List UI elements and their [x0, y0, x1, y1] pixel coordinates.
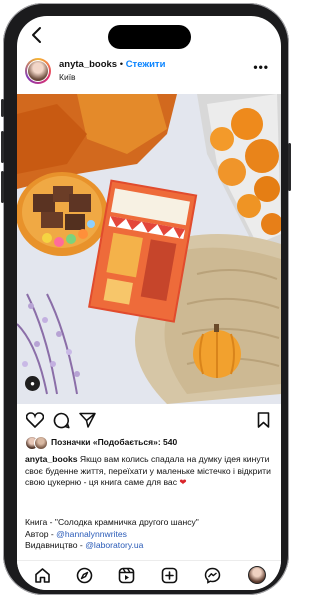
- dynamic-island: [108, 25, 191, 49]
- post-header: anyta_books • Стежити Київ •••: [17, 54, 281, 94]
- likes-count[interactable]: Позначки «Подобається»: 540: [51, 437, 177, 447]
- more-options-icon[interactable]: •••: [253, 60, 269, 74]
- post-credits: Книга - "Солодка крамничка другого шансу…: [25, 517, 271, 552]
- avatar[interactable]: [25, 58, 51, 84]
- liker-avatar: [34, 436, 48, 450]
- phone-screen: anyta_books • Стежити Київ ••• ● Позначк…: [17, 16, 281, 590]
- separator-dot: •: [119, 59, 124, 70]
- publisher-link[interactable]: @laboratory.ua: [85, 540, 143, 550]
- author-prefix: Автор -: [25, 528, 57, 539]
- book-line: Книга - "Солодка крамничка другого шансу…: [25, 517, 199, 527]
- user-tag-icon[interactable]: ●: [25, 376, 40, 391]
- heart-emoji: ❤: [179, 477, 187, 488]
- phone-frame: anyta_books • Стежити Київ ••• ● Позначк…: [1, 3, 291, 595]
- post-username[interactable]: anyta_books: [59, 59, 117, 70]
- plus-square-icon[interactable]: [161, 567, 178, 589]
- profile-avatar-tab[interactable]: [248, 566, 266, 584]
- author-link[interactable]: @hannalynnwrites: [56, 529, 127, 539]
- share-icon[interactable]: [79, 412, 96, 433]
- publisher-line: Видавництво - @laboratory.ua: [25, 540, 271, 552]
- post-actions: [17, 410, 281, 432]
- reels-icon[interactable]: [118, 567, 135, 589]
- compass-icon[interactable]: [76, 567, 93, 589]
- phone-side-button: [288, 143, 291, 191]
- back-arrow-icon[interactable]: [29, 26, 43, 48]
- caption-username[interactable]: anyta_books: [25, 454, 78, 464]
- follow-button[interactable]: Стежити: [126, 59, 166, 70]
- heart-icon[interactable]: [25, 412, 45, 433]
- phone-side-button: [1, 99, 4, 117]
- phone-side-button: [1, 131, 4, 163]
- phone-side-button: [1, 171, 4, 203]
- bookmark-icon[interactable]: [257, 412, 270, 433]
- messenger-icon[interactable]: [204, 567, 221, 589]
- post-username-row: anyta_books • Стежити: [59, 59, 165, 70]
- comment-icon[interactable]: [53, 412, 70, 434]
- publisher-prefix: Видавництво -: [25, 540, 86, 551]
- bottom-tab-bar: [17, 560, 281, 590]
- author-line: Автор - @hannalynnwrites: [25, 529, 271, 541]
- post-image[interactable]: ●: [17, 94, 281, 404]
- post-location[interactable]: Київ: [59, 72, 76, 82]
- home-icon[interactable]: [34, 567, 51, 589]
- post-caption: anyta_books Якщо вам колись спадала на д…: [25, 454, 271, 489]
